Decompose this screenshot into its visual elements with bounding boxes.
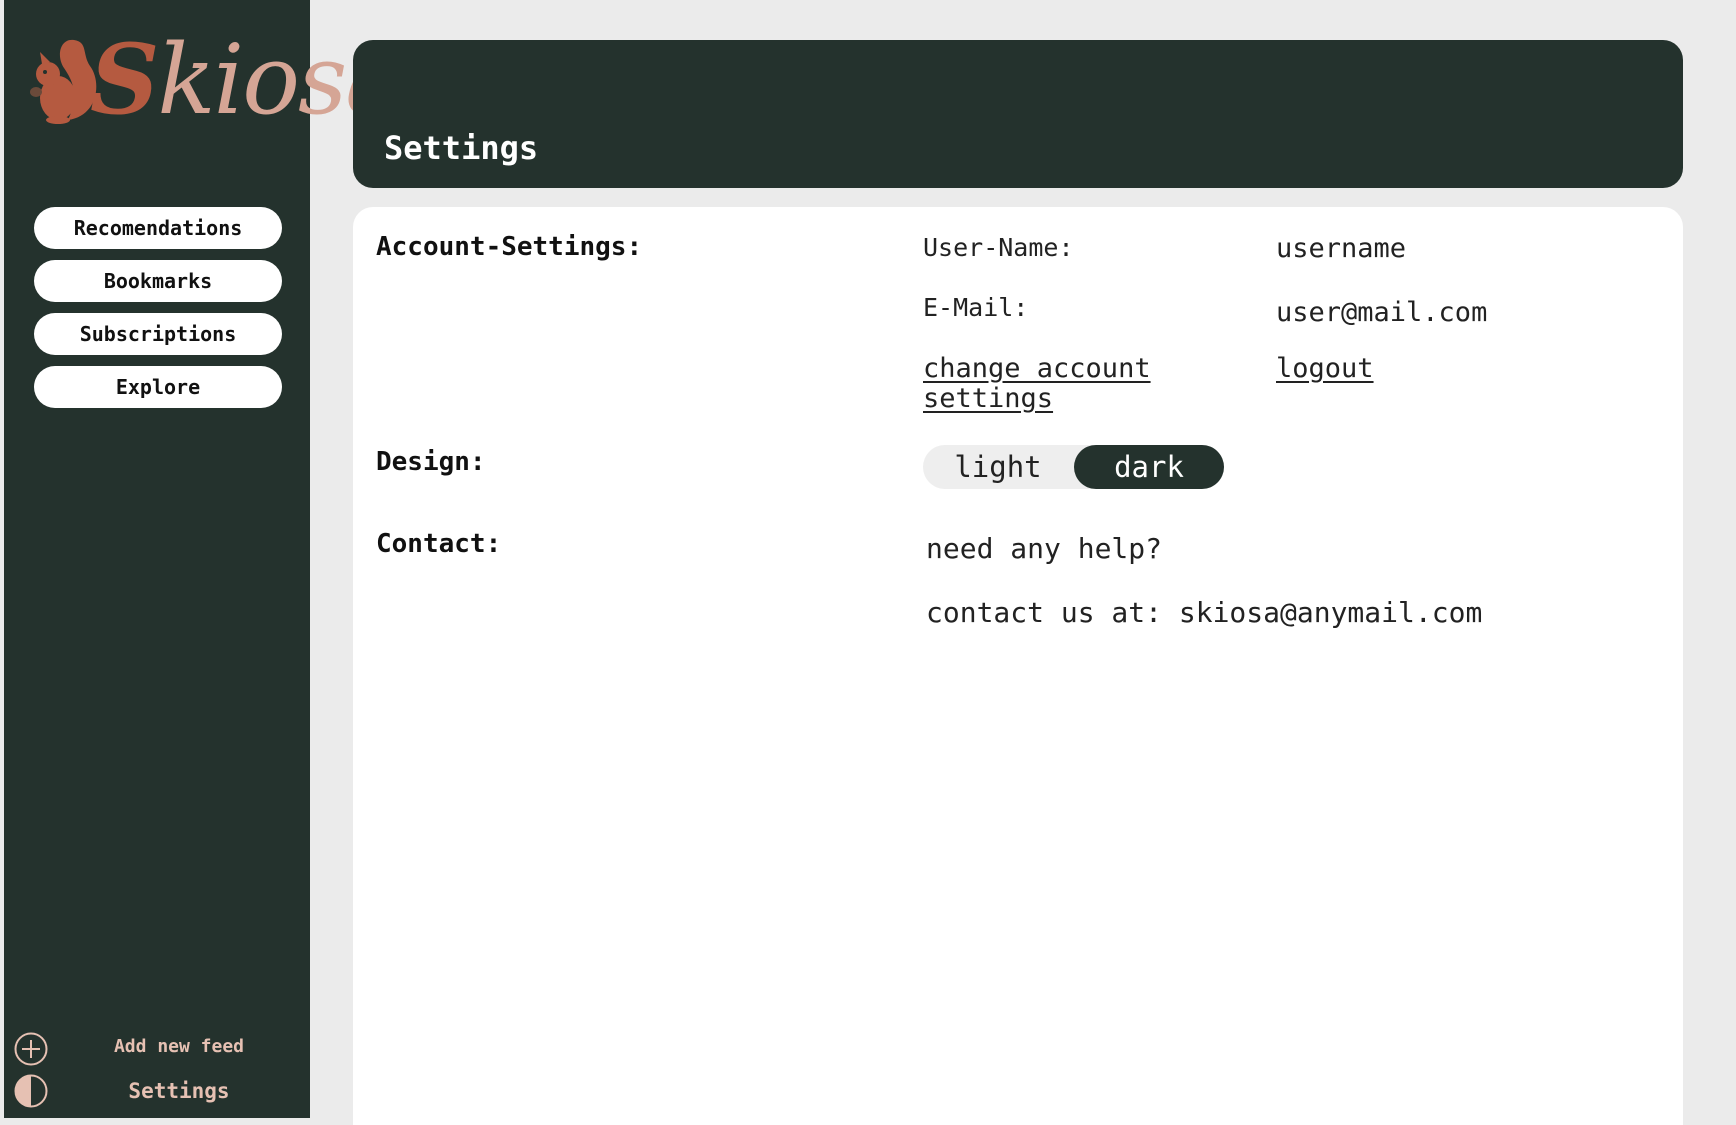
sidebar: Skiosa Recomendations Bookmarks Subscrip… (4, 0, 403, 1118)
nav-explore-button[interactable]: Explore (34, 366, 282, 408)
contact-email-text: contact us at: skiosa@anymail.com (926, 596, 1483, 629)
design-title: Design: (376, 447, 486, 477)
theme-toggle: light dark (923, 445, 1224, 489)
logout-link[interactable]: logout (1276, 354, 1374, 384)
email-value: user@mail.com (1276, 297, 1488, 328)
add-new-feed-label: Add new feed (113, 1036, 245, 1057)
settings-link-label: Settings (128, 1079, 230, 1103)
contrast-icon (14, 1074, 48, 1108)
add-new-feed-button[interactable]: Add new feed (4, 1028, 310, 1070)
change-account-settings-link[interactable]: change account settings (923, 354, 1153, 414)
page-header: Settings (353, 40, 1683, 188)
theme-light-option[interactable]: light (923, 445, 1073, 489)
sidebar-footer: Add new feed Settings (4, 1028, 310, 1112)
theme-dark-option[interactable]: dark (1074, 445, 1224, 489)
help-text: need any help? (926, 532, 1163, 565)
nav-subscriptions-button[interactable]: Subscriptions (34, 313, 282, 355)
nav-bookmarks-button[interactable]: Bookmarks (34, 260, 282, 302)
email-label: E-Mail: (923, 293, 1029, 322)
settings-panel: Account-Settings: User-Name: username E-… (353, 207, 1683, 1125)
settings-link[interactable]: Settings (4, 1070, 310, 1112)
nav-recommendations-button[interactable]: Recomendations (34, 207, 282, 249)
app-window: Skiosa Recomendations Bookmarks Subscrip… (0, 0, 1736, 1125)
page-title: Settings (384, 129, 539, 167)
plus-circle-icon (14, 1032, 48, 1066)
username-label: User-Name: (923, 233, 1074, 262)
username-value: username (1276, 233, 1407, 264)
account-settings-title: Account-Settings: (376, 232, 643, 262)
contact-title: Contact: (376, 529, 502, 559)
skiosa-logo[interactable]: Skiosa (28, 29, 403, 140)
main-nav: Recomendations Bookmarks Subscriptions E… (34, 207, 282, 419)
